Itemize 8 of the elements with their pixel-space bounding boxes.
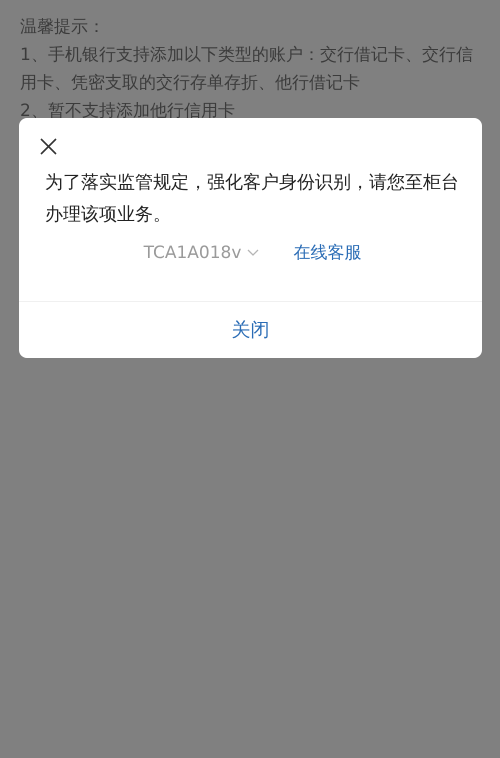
notice-title: 温馨提示： [20, 16, 106, 39]
online-service-link[interactable]: 在线客服 [293, 241, 362, 264]
close-button[interactable]: 关闭 [19, 302, 482, 358]
notice-item: 2、暂不支持添加他行信用卡 [20, 100, 236, 123]
notice-item: 1、手机银行支持添加以下类型的账户：交行借记卡、交行信用卡、凭密支取的交行存单存折、他行借记卡 [20, 44, 474, 95]
code-text: TCA1A018v [144, 242, 242, 262]
dialog-message: 为了落实监管规定，强化客户身份识别，请您至柜台办理该项业务。 [45, 171, 460, 227]
close-icon[interactable] [40, 138, 57, 155]
